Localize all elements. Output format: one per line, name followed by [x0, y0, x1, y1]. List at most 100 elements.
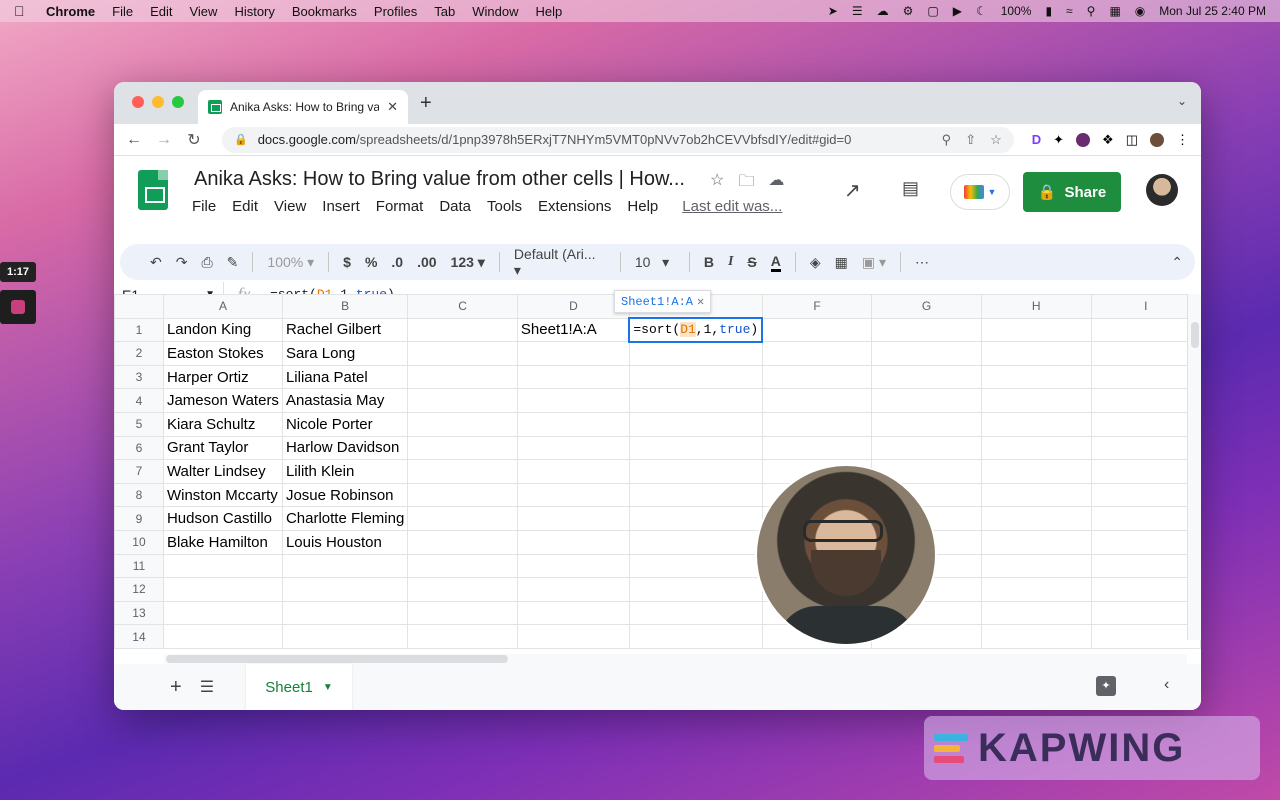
comment-history-icon[interactable]: ▤: [902, 178, 919, 199]
merge-cells-icon[interactable]: ▣ ▾: [862, 254, 886, 271]
menubar-item-profiles[interactable]: Profiles: [374, 4, 417, 19]
sheet-tab-dropdown-icon[interactable]: ▼: [323, 682, 333, 693]
strikethrough-icon[interactable]: S: [747, 254, 756, 270]
cell-h14[interactable]: [980, 624, 1092, 649]
cell-e10[interactable]: [628, 529, 763, 555]
spotlight-icon[interactable]: ⚲: [1087, 4, 1096, 18]
menubar-item-history[interactable]: History: [234, 4, 274, 19]
cell-f5[interactable]: [761, 411, 873, 437]
cell-h2[interactable]: [980, 341, 1092, 366]
undo-icon[interactable]: ↶: [150, 254, 162, 271]
cell-e5[interactable]: [628, 411, 763, 437]
menu-insert[interactable]: Insert: [322, 198, 360, 215]
stop-recording-button[interactable]: [0, 290, 36, 324]
cell-f6[interactable]: [761, 435, 873, 461]
column-header-c[interactable]: C: [407, 294, 518, 319]
text-color-icon[interactable]: A: [770, 253, 781, 272]
cell-e3[interactable]: [628, 364, 763, 390]
cell-e6[interactable]: [628, 435, 763, 461]
cell-f2[interactable]: [761, 341, 873, 366]
cell-a1[interactable]: Landon King: [162, 317, 283, 343]
cell-a3[interactable]: Harper Ortiz: [162, 364, 283, 390]
cell-h12[interactable]: [980, 577, 1092, 602]
column-header-h[interactable]: H: [980, 294, 1092, 319]
cell-a8[interactable]: Winston Mccarty: [162, 482, 283, 508]
cell-e4[interactable]: [628, 388, 763, 413]
cell-e9[interactable]: [628, 506, 763, 531]
cell-h3[interactable]: [980, 364, 1092, 390]
menubar-clock[interactable]: Mon Jul 25 2:40 PM: [1159, 4, 1266, 18]
horizontal-scroll-thumb[interactable]: [166, 655, 508, 663]
column-header-a[interactable]: A: [162, 294, 283, 319]
all-sheets-icon[interactable]: ☰: [200, 677, 214, 697]
cell-b1[interactable]: Rachel Gilbert: [281, 317, 409, 343]
cell-c8[interactable]: [407, 482, 518, 508]
cell-b7[interactable]: Lilith Klein: [281, 459, 409, 484]
cell-e11[interactable]: [628, 553, 763, 579]
cell-b4[interactable]: Anastasia May: [281, 388, 409, 413]
column-header-f[interactable]: F: [761, 294, 873, 319]
cell-g1[interactable]: [871, 317, 982, 343]
borders-icon[interactable]: ▦: [835, 254, 848, 271]
cell-e12[interactable]: [628, 577, 763, 602]
cell-d10[interactable]: [516, 529, 630, 555]
cell-i2[interactable]: [1090, 341, 1201, 366]
cell-d12[interactable]: [516, 577, 630, 602]
menubar-item-help[interactable]: Help: [536, 4, 563, 19]
cell-c3[interactable]: [407, 364, 518, 390]
row-header[interactable]: 14: [114, 624, 164, 649]
column-header-b[interactable]: B: [281, 294, 409, 319]
paint-format-icon[interactable]: ✎: [227, 254, 239, 271]
menubar-item-tab[interactable]: Tab: [434, 4, 455, 19]
cell-d11[interactable]: [516, 553, 630, 579]
cell-h10[interactable]: [980, 529, 1092, 555]
range-hint-chip[interactable]: Sheet1!A:A ✕: [614, 290, 712, 313]
cell-i12[interactable]: [1090, 577, 1201, 602]
row-header[interactable]: 10: [114, 529, 164, 555]
cell-a9[interactable]: Hudson Castillo: [162, 506, 283, 531]
control-center-icon[interactable]: ▦: [1109, 4, 1120, 18]
extensions-puzzle-icon[interactable]: ❖: [1102, 132, 1114, 148]
cell-h6[interactable]: [980, 435, 1092, 461]
horizontal-scrollbar[interactable]: [164, 654, 1187, 664]
cell-c6[interactable]: [407, 435, 518, 461]
cell-b10[interactable]: Louis Houston: [281, 529, 409, 555]
meet-button[interactable]: ▼: [950, 174, 1010, 210]
more-formats-button[interactable]: 123 ▾: [451, 254, 485, 271]
display-icon[interactable]: ▢: [927, 4, 938, 18]
cloud-status-icon[interactable]: ☁: [768, 170, 784, 197]
moon-icon[interactable]: ☾: [976, 4, 987, 18]
cell-b2[interactable]: Sara Long: [281, 341, 409, 366]
cell-i3[interactable]: [1090, 364, 1201, 390]
close-window-button[interactable]: [132, 96, 144, 108]
font-size-select[interactable]: 10 ▾: [635, 254, 675, 271]
extension-d-icon[interactable]: D: [1032, 132, 1041, 147]
cell-f1[interactable]: [761, 317, 873, 343]
tab-search-chevron-icon[interactable]: ⌄: [1177, 94, 1187, 108]
cell-b12[interactable]: [281, 577, 409, 602]
cell-b14[interactable]: [281, 624, 409, 649]
cell-c11[interactable]: [407, 553, 518, 579]
send-icon[interactable]: ➤: [828, 4, 838, 18]
cell-e7[interactable]: [628, 459, 763, 484]
row-header[interactable]: 5: [114, 411, 164, 437]
cell-a7[interactable]: Walter Lindsey: [162, 459, 283, 484]
percent-format-button[interactable]: %: [365, 254, 377, 270]
cell-i7[interactable]: [1090, 459, 1201, 484]
menu-format[interactable]: Format: [376, 198, 424, 215]
cell-a6[interactable]: Grant Taylor: [162, 435, 283, 461]
select-all-corner[interactable]: [114, 294, 164, 319]
reload-button[interactable]: ↻: [186, 130, 202, 150]
menu-edit[interactable]: Edit: [232, 198, 258, 215]
document-title[interactable]: Anika Asks: How to Bring value from othe…: [194, 168, 685, 191]
cell-c9[interactable]: [407, 506, 518, 531]
cell-b6[interactable]: Harlow Davidson: [281, 435, 409, 461]
cell-h7[interactable]: [980, 459, 1092, 484]
cell-g3[interactable]: [871, 364, 982, 390]
currency-format-button[interactable]: $: [343, 254, 351, 270]
cell-h1[interactable]: [980, 317, 1092, 343]
cell-h11[interactable]: [980, 553, 1092, 579]
cell-g2[interactable]: [871, 341, 982, 366]
cell-c10[interactable]: [407, 529, 518, 555]
explore-icon[interactable]: ✦: [1096, 676, 1116, 696]
